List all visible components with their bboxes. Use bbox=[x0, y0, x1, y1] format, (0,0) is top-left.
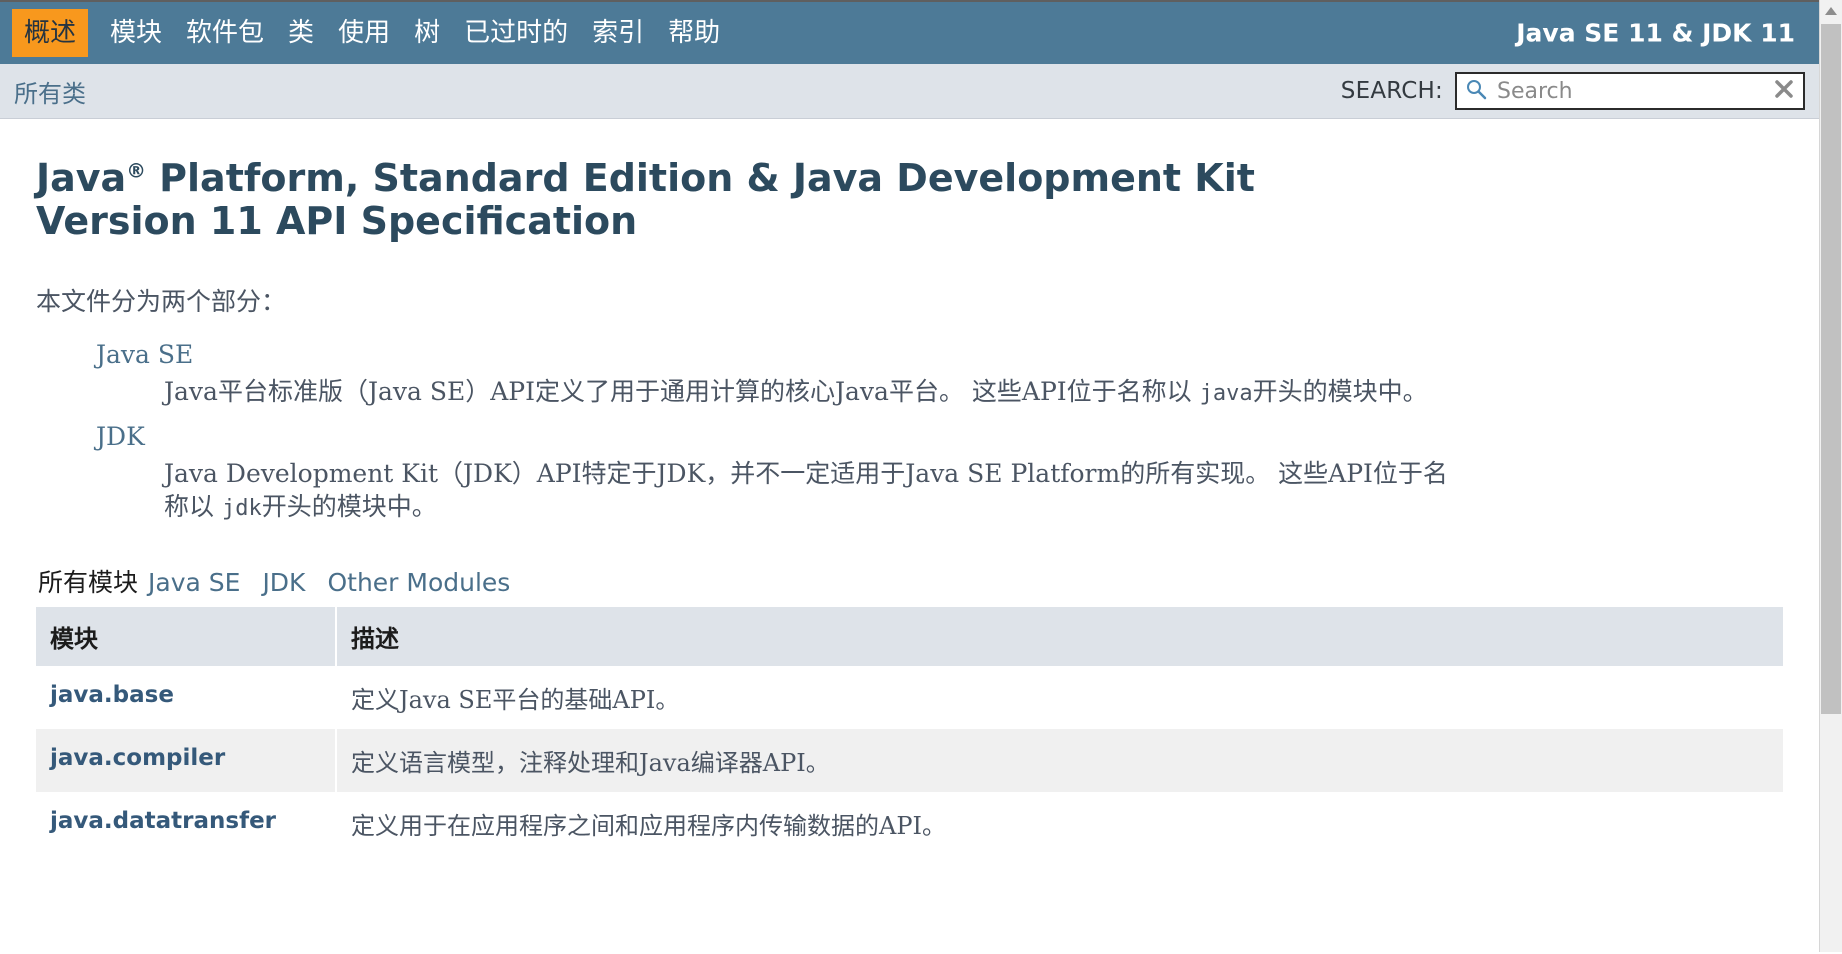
search-input[interactable] bbox=[1495, 77, 1765, 105]
table-cell-description: 定义Java SE平台的基础API。 bbox=[335, 666, 1783, 730]
registered-trademark-icon: ® bbox=[126, 159, 146, 183]
nav-item-overview[interactable]: 概述 bbox=[12, 9, 89, 57]
module-link-java-compiler[interactable]: java.compiler bbox=[50, 745, 225, 771]
triangle-up-icon bbox=[1825, 7, 1837, 15]
table-cell-module: java.base bbox=[36, 666, 336, 730]
search-area: SEARCH: bbox=[1341, 72, 1805, 110]
main-content: Java® Platform, Standard Edition & Java … bbox=[0, 119, 1819, 856]
magnifier-icon bbox=[1465, 78, 1487, 104]
scrollbar-thumb[interactable] bbox=[1821, 24, 1841, 714]
table-row: java.compiler 定义语言模型，注释处理和Java编译器API。 bbox=[36, 729, 1783, 793]
tab-all-modules[interactable]: 所有模块 bbox=[38, 563, 148, 599]
module-link-java-base[interactable]: java.base bbox=[50, 682, 174, 708]
product-version-title: Java SE 11 & JDK 11 bbox=[1516, 18, 1795, 48]
nav-item-help[interactable]: 帮助 bbox=[656, 11, 732, 55]
vertical-scrollbar[interactable] bbox=[1819, 0, 1842, 952]
all-classes-link[interactable]: 所有类 bbox=[14, 74, 86, 109]
table-cell-module: java.datatransfer bbox=[36, 792, 336, 856]
browser-viewport: 概述 模块 软件包 类 使用 树 已过时的 索引 帮助 Java SE 11 &… bbox=[0, 0, 1842, 954]
top-navigation-list: 概述 模块 软件包 类 使用 树 已过时的 索引 帮助 bbox=[12, 9, 732, 57]
table-cell-description: 定义用于在应用程序之间和应用程序内传输数据的API。 bbox=[335, 792, 1783, 856]
table-header-row: 模块 描述 bbox=[36, 607, 1783, 667]
table-cell-module: java.compiler bbox=[36, 729, 336, 793]
definition-desc-jdk: Java Development Kit（JDK）API特定于JDK，并不一定适… bbox=[164, 457, 1454, 523]
nav-item-classes[interactable]: 类 bbox=[276, 11, 326, 55]
table-row: java.datatransfer 定义用于在应用程序之间和应用程序内传输数据的… bbox=[36, 792, 1783, 856]
nav-item-tree[interactable]: 树 bbox=[402, 11, 452, 55]
page-title-part1: Java bbox=[36, 156, 127, 200]
nav-item-index[interactable]: 索引 bbox=[580, 11, 656, 55]
table-row: java.base 定义Java SE平台的基础API。 bbox=[36, 666, 1783, 730]
page-content: 概述 模块 软件包 类 使用 树 已过时的 索引 帮助 Java SE 11 &… bbox=[0, 0, 1819, 954]
definition-desc-java-se: Java平台标准版（Java SE）API定义了用于通用计算的核心Java平台。… bbox=[164, 375, 1454, 408]
table-cell-description: 定义语言模型，注释处理和Java编译器API。 bbox=[335, 729, 1783, 793]
nav-item-deprecated[interactable]: 已过时的 bbox=[452, 11, 580, 55]
search-label: SEARCH: bbox=[1340, 78, 1443, 104]
java-se-desc-after: 开头的模块中。 bbox=[1252, 377, 1428, 407]
module-filter-tabs: 所有模块 Java SE JDK Other Modules bbox=[36, 563, 1783, 599]
definition-term-java-se[interactable]: Java SE bbox=[96, 340, 1783, 369]
search-box[interactable] bbox=[1455, 72, 1805, 110]
tab-jdk[interactable]: JDK bbox=[262, 568, 327, 597]
modules-table: 模块 描述 java.base 定义Java SE平台的基础API。 java.… bbox=[36, 607, 1783, 856]
page-title-part2: Platform, Standard Edition & Java Develo… bbox=[36, 156, 1255, 243]
java-se-desc-code: java bbox=[1199, 381, 1253, 407]
tab-java-se[interactable]: Java SE bbox=[148, 568, 262, 597]
page-title: Java® Platform, Standard Edition & Java … bbox=[36, 157, 1256, 242]
jdk-desc-after: 开头的模块中。 bbox=[261, 492, 437, 522]
close-icon[interactable] bbox=[1773, 78, 1795, 104]
intro-paragraph: 本文件分为两个部分： bbox=[36, 287, 287, 317]
nav-item-use[interactable]: 使用 bbox=[326, 11, 402, 55]
tab-other-modules[interactable]: Other Modules bbox=[327, 568, 532, 597]
nav-item-packages[interactable]: 软件包 bbox=[174, 11, 276, 55]
jdk-desc-code: jdk bbox=[221, 496, 262, 522]
scroll-up-button[interactable] bbox=[1820, 0, 1842, 22]
java-se-desc-before: Java平台标准版（Java SE）API定义了用于通用计算的核心Java平台。… bbox=[164, 377, 1200, 407]
column-header-module: 模块 bbox=[36, 607, 336, 667]
nav-item-modules[interactable]: 模块 bbox=[98, 11, 174, 55]
column-header-description: 描述 bbox=[335, 607, 1783, 667]
definition-term-jdk[interactable]: JDK bbox=[96, 422, 1783, 451]
sub-navigation-bar: 所有类 SEARCH: bbox=[0, 64, 1819, 119]
top-navigation-bar: 概述 模块 软件包 类 使用 树 已过时的 索引 帮助 Java SE 11 &… bbox=[0, 2, 1819, 64]
module-link-java-datatransfer[interactable]: java.datatransfer bbox=[50, 808, 276, 834]
definition-list: Java SE Java平台标准版（Java SE）API定义了用于通用计算的核… bbox=[36, 340, 1783, 523]
